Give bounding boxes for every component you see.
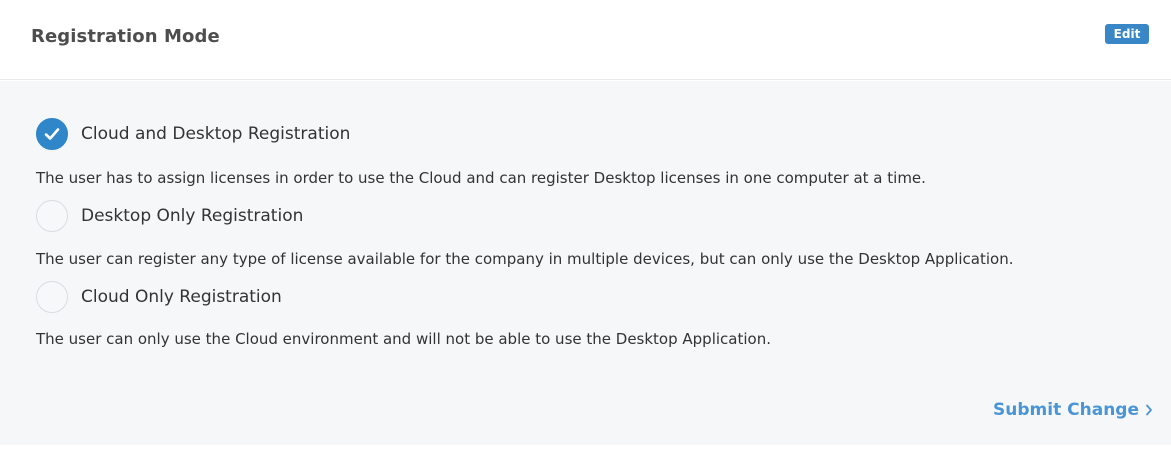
chevron-right-icon <box>1146 404 1152 416</box>
radio-selected[interactable] <box>36 118 68 150</box>
edit-button[interactable]: Edit <box>1105 24 1149 44</box>
panel-title: Registration Mode <box>31 26 220 47</box>
radio-unselected[interactable] <box>36 200 68 232</box>
option-label: Cloud and Desktop Registration <box>81 124 351 144</box>
option-label: Cloud Only Registration <box>81 287 282 307</box>
option-label: Desktop Only Registration <box>81 206 304 226</box>
submit-change-link[interactable]: Submit Change <box>993 400 1153 420</box>
option-description: The user can register any type of licens… <box>36 250 1014 268</box>
option-description: The user has to assign licenses in order… <box>36 169 926 187</box>
option-desktop-only[interactable]: Desktop Only Registration <box>36 200 303 232</box>
registration-mode-panel: Registration Mode Edit Cloud and Desktop… <box>0 0 1171 449</box>
option-description: The user can only use the Cloud environm… <box>36 330 771 348</box>
submit-change-label: Submit Change <box>993 400 1139 420</box>
checkmark-icon <box>44 128 60 140</box>
radio-unselected[interactable] <box>36 281 68 313</box>
panel-header: Registration Mode Edit <box>0 0 1171 80</box>
option-cloud-only[interactable]: Cloud Only Registration <box>36 281 282 313</box>
option-cloud-and-desktop[interactable]: Cloud and Desktop Registration <box>36 118 350 150</box>
